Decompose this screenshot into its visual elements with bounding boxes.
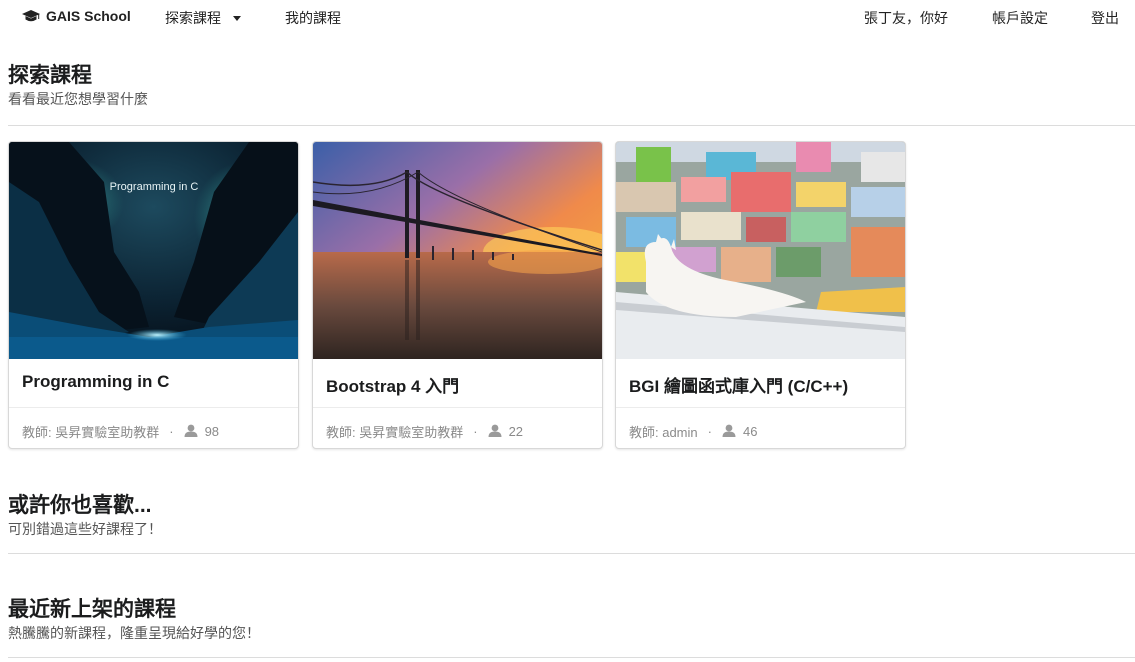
meta-dot: ·	[473, 424, 478, 439]
course-title[interactable]: Programming in C	[22, 372, 169, 392]
user-icon	[722, 424, 736, 440]
user-greeting: 張丁友，你好	[864, 10, 948, 26]
newest-section-subtitle: 熱騰騰的新課程，隆重呈現給好學的您！	[8, 625, 260, 641]
section-divider	[8, 657, 1135, 658]
cover-text: Programming in C	[110, 181, 199, 193]
card-separator	[313, 407, 602, 408]
course-cover-image: Programming in C	[9, 142, 298, 359]
course-card-bgi-graphics[interactable]: BGI 繪圖函式庫入門 (C/C++) 教師: admin · 46	[615, 141, 906, 449]
course-meta: 教師: admin · 46	[629, 422, 757, 441]
section-divider	[8, 553, 1135, 554]
course-card-bootstrap-4[interactable]: Bootstrap 4 入門 教師: 吳昇實驗室助教群 · 22	[312, 141, 603, 449]
my-courses-link[interactable]: 我的課程	[285, 8, 341, 28]
student-count: 22	[508, 424, 524, 439]
recommend-section-header: 或許你也喜歡... 可別錯過這些好課程了！	[8, 493, 1135, 538]
user-icon	[184, 424, 198, 440]
course-title[interactable]: Bootstrap 4 入門	[326, 372, 459, 397]
explore-courses-label: 探索課程	[165, 10, 221, 26]
recommend-section-title: 或許你也喜歡...	[8, 494, 152, 517]
card-separator	[616, 407, 905, 408]
meta-dot: ·	[707, 424, 712, 439]
course-title[interactable]: BGI 繪圖函式庫入門 (C/C++)	[629, 372, 848, 397]
explore-section-header: 探索課程 看看最近您想學習什麼	[8, 63, 1135, 108]
explore-section-subtitle: 看看最近您想學習什麼	[8, 91, 148, 107]
user-icon	[488, 424, 502, 440]
logout-link[interactable]: 登出	[1091, 8, 1119, 28]
account-settings-link[interactable]: 帳戶設定	[992, 8, 1048, 28]
course-cover-image	[616, 142, 905, 359]
newest-section-header: 最近新上架的課程 熱騰騰的新課程，隆重呈現給好學的您！	[8, 597, 1135, 642]
brand-link[interactable]: GAIS School	[22, 8, 131, 24]
course-teacher: 教師: 吳昇實驗室助教群	[22, 425, 160, 440]
card-separator	[9, 407, 298, 408]
brand-name: GAIS School	[46, 8, 131, 24]
explore-section-title: 探索課程	[8, 64, 92, 87]
graduation-cap-icon	[22, 9, 40, 23]
newest-section-title: 最近新上架的課程	[8, 598, 176, 621]
student-count: 46	[742, 424, 758, 439]
course-teacher: 教師: 吳昇實驗室助教群	[326, 425, 464, 440]
recommend-section-subtitle: 可別錯過這些好課程了！	[8, 521, 162, 537]
top-navbar: GAIS School 探索課程 我的課程 張丁友，你好 帳戶設定 登出	[0, 0, 1135, 34]
student-count: 98	[204, 424, 220, 439]
course-card-programming-in-c[interactable]: Programming in C Programming in C 教師: 吳昇…	[8, 141, 299, 449]
explore-courses-menu[interactable]: 探索課程	[165, 8, 241, 28]
caret-down-icon	[233, 16, 241, 21]
meta-dot: ·	[169, 424, 174, 439]
course-meta: 教師: 吳昇實驗室助教群 · 98	[22, 422, 219, 441]
section-divider	[8, 125, 1135, 126]
course-teacher: 教師: admin	[629, 425, 698, 440]
course-cover-image	[313, 142, 602, 359]
course-meta: 教師: 吳昇實驗室助教群 · 22	[326, 422, 523, 441]
